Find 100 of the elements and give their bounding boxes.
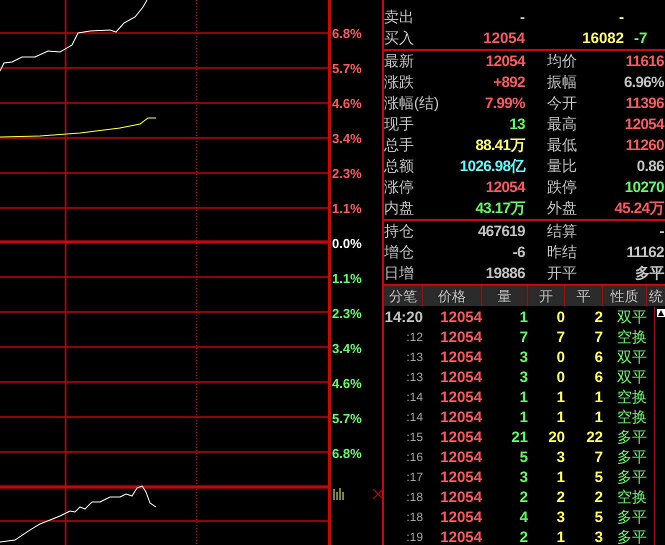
volume-cell-text: 5 xyxy=(518,448,528,468)
price-cell-text: 12054 xyxy=(439,368,482,388)
time-cell-text: :16 xyxy=(405,448,423,466)
column-header[interactable]: 统 xyxy=(647,286,665,306)
quote-label: 结算 xyxy=(547,222,577,242)
quote-label: 跌停 xyxy=(547,178,577,198)
quote-value: -7 xyxy=(634,29,648,49)
quote-value: 88.41万 xyxy=(475,136,525,156)
open-cell-text: 1 xyxy=(556,408,565,428)
column-header[interactable]: 价格 xyxy=(423,286,482,306)
quote-label: 昨结 xyxy=(547,243,577,263)
open-cell-text: 3 xyxy=(556,508,565,528)
close-icon[interactable] xyxy=(373,489,383,499)
quote-label: 总手 xyxy=(384,136,414,156)
time-cell-text: :14 xyxy=(405,388,423,406)
quote-value: 19886 xyxy=(486,264,525,284)
nature-cell-text: 空换 xyxy=(616,408,647,428)
column-header[interactable]: 开 xyxy=(528,286,565,306)
axis-label: 0.0% xyxy=(331,234,362,253)
quote-label: 均价 xyxy=(547,52,577,72)
quote-label: 持仓 xyxy=(384,222,414,242)
close-cell-text: 2 xyxy=(594,488,603,508)
quote-label: 涨停 xyxy=(384,178,414,198)
quote-value: 13 xyxy=(509,115,525,135)
nature-cell-text: 空换 xyxy=(616,488,647,508)
volume-cell-text: 1 xyxy=(518,388,528,408)
quote-label: 最新 xyxy=(384,52,414,72)
time-cell-text: :18 xyxy=(405,508,423,526)
quote-value: 12054 xyxy=(486,178,525,198)
quote-label: 开平 xyxy=(547,264,577,284)
volume-cell-text: 1 xyxy=(518,308,528,328)
open-cell-text: 3 xyxy=(556,448,565,468)
close-cell-text: 7 xyxy=(594,448,603,468)
volume-cell-text: 2 xyxy=(518,528,528,545)
quote-label: 最低 xyxy=(547,136,577,156)
volume-cell-text: 4 xyxy=(518,508,528,528)
close-cell-text: 1 xyxy=(594,408,603,428)
axis-label: 2.3% xyxy=(331,164,362,183)
axis-label: 1.1% xyxy=(331,270,362,288)
quote-label: 最高 xyxy=(547,115,577,135)
volume-cell-text: 2 xyxy=(518,488,528,508)
quote-label: 增仓 xyxy=(384,243,414,263)
quote-value: 多平 xyxy=(635,264,664,284)
volume-cell-text: 21 xyxy=(510,428,528,448)
column-header[interactable]: 量 xyxy=(482,286,528,306)
price-cell-text: 12054 xyxy=(439,468,482,488)
price-cell-text: 12054 xyxy=(439,428,482,448)
axis-label: 5.7% xyxy=(331,410,362,428)
axis-label: 6.8% xyxy=(331,444,362,463)
nature-cell-text: 空换 xyxy=(616,388,647,408)
quote-value: 7.99% xyxy=(484,94,525,114)
price-cell-text: 12054 xyxy=(439,308,482,328)
nature-cell-text: 多平 xyxy=(616,528,647,545)
quote-label: 内盘 xyxy=(384,199,414,219)
nature-cell-text: 多平 xyxy=(616,508,647,528)
time-cell-text: :12 xyxy=(405,328,423,346)
open-cell-text: 0 xyxy=(556,368,565,388)
price-cell-text: 12054 xyxy=(439,348,482,368)
quote-label: 今开 xyxy=(547,94,577,114)
nature-cell-text: 空换 xyxy=(616,328,647,348)
column-header[interactable]: 平 xyxy=(565,286,603,306)
open-cell-text: 1 xyxy=(556,388,565,408)
price-cell-text: 12054 xyxy=(439,488,482,508)
column-header[interactable]: 性质 xyxy=(603,286,647,306)
axis-label: 3.4% xyxy=(331,340,362,358)
nature-cell-text: 双平 xyxy=(616,348,647,368)
scroll-up-icon[interactable] xyxy=(657,309,665,317)
nature-cell-text: 多平 xyxy=(616,428,647,448)
close-cell-text: 1 xyxy=(594,388,603,408)
open-cell-text: 2 xyxy=(556,488,565,508)
column-header[interactable]: 分笔 xyxy=(384,286,423,306)
quote-value: 11616 xyxy=(626,52,664,72)
volume-cell-text: 3 xyxy=(518,368,528,388)
volume-cell-text: 3 xyxy=(518,348,528,368)
open-cell-text: 1 xyxy=(556,528,565,545)
axis-label: 4.6% xyxy=(331,374,362,393)
axis-label: 6.8% xyxy=(331,24,362,43)
quote-value: 1026.98亿 xyxy=(460,157,525,177)
open-cell-text: 7 xyxy=(556,328,565,348)
close-cell-text: 6 xyxy=(594,348,603,368)
quote-value: 11396 xyxy=(626,94,664,114)
axis-label: 1.1% xyxy=(331,200,362,218)
quote-label: 总额 xyxy=(384,157,414,177)
volume-bars-icon[interactable] xyxy=(333,488,345,500)
quote-value: - xyxy=(660,222,664,242)
close-cell-text: 7 xyxy=(594,328,603,348)
quote-value: 12054 xyxy=(624,115,664,135)
volume-cell-text: 7 xyxy=(518,328,528,348)
quote-value: - xyxy=(619,9,624,26)
time-cell-text: :13 xyxy=(405,368,423,386)
nature-cell-text: 双平 xyxy=(616,308,647,328)
quote-value: 11260 xyxy=(626,136,664,156)
quote-value: 6.96% xyxy=(624,73,664,93)
price-cell-text: 12054 xyxy=(439,388,482,408)
open-cell-text: 20 xyxy=(547,428,565,448)
quote-value: 467619 xyxy=(478,222,525,242)
time-cell-text: :13 xyxy=(405,348,423,366)
open-cell-text: 0 xyxy=(556,308,565,328)
quote-label: 振幅 xyxy=(547,73,577,93)
axis-label: 5.7% xyxy=(331,60,362,78)
